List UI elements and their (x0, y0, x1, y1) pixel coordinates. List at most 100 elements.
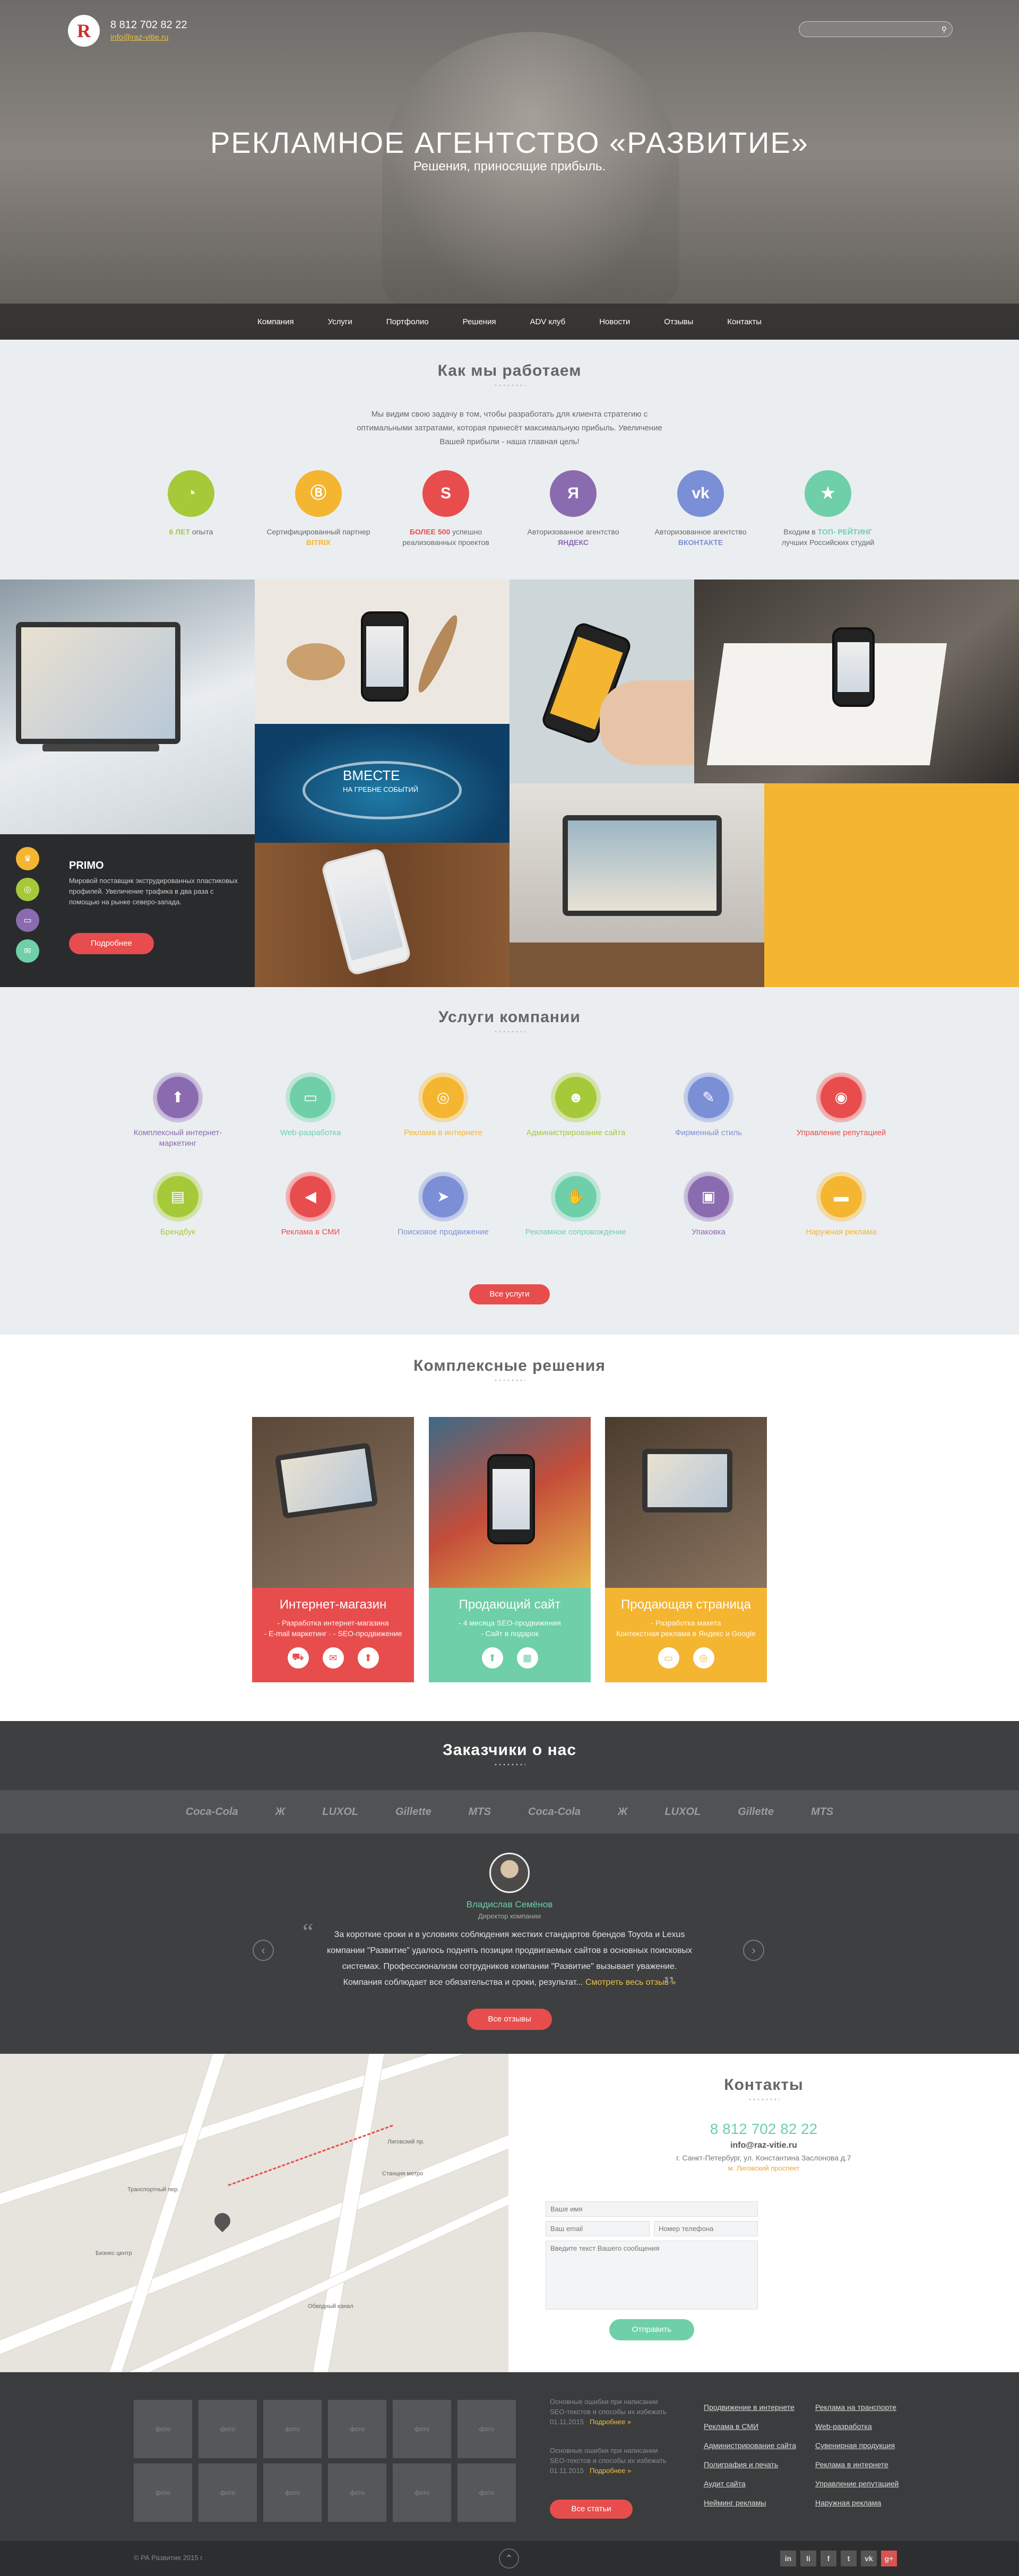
nav-adv-club[interactable]: ADV клуб (513, 317, 582, 326)
service-item[interactable]: ➤ Поисковое продвижение (390, 1174, 496, 1238)
monitor-icon[interactable]: ▭ (658, 1647, 679, 1669)
footer-link[interactable]: Полиграфия и печать (704, 2455, 796, 2474)
footer-link[interactable]: Сувенирная продукция (815, 2436, 899, 2455)
photo-thumb[interactable]: фото (393, 2400, 451, 2458)
footer-link[interactable]: Наружная реклама (815, 2493, 899, 2512)
target-icon[interactable]: ◎ (16, 878, 39, 901)
message-field[interactable] (546, 2241, 758, 2310)
footer-link[interactable]: Продвижение в интернете (704, 2398, 796, 2417)
portfolio-tile-phone-wood[interactable] (255, 843, 510, 987)
scroll-top-icon[interactable]: ⌃ (499, 2548, 519, 2569)
logo[interactable]: R (68, 15, 100, 47)
service-item[interactable]: ▤ Брендбук (125, 1174, 231, 1238)
footer-link[interactable]: Аудит сайта (704, 2474, 796, 2493)
award-icon[interactable]: ♛ (16, 847, 39, 870)
client-logo[interactable]: Gillette (738, 1806, 774, 1818)
instagram-icon[interactable]: in (780, 2551, 796, 2566)
service-item[interactable]: ◉ Управление репутацией (788, 1075, 894, 1149)
photo-thumb[interactable]: фото (263, 2400, 322, 2458)
gift-icon[interactable]: ▦ (516, 1647, 538, 1669)
footer-link[interactable]: Web-разработка (815, 2417, 899, 2436)
footer-link[interactable]: Реклама на транспорте (815, 2398, 899, 2417)
cart-icon[interactable]: ⛟ (287, 1647, 309, 1669)
news-title[interactable]: Основные ошибки при написании SEO-тексто… (550, 2445, 672, 2466)
photo-thumb[interactable]: фото (134, 2463, 192, 2522)
rocket-icon[interactable]: ⬆ (481, 1647, 503, 1669)
photo-thumb[interactable]: фото (328, 2400, 386, 2458)
portfolio-tile-yellow[interactable] (764, 783, 1019, 987)
photo-thumb[interactable]: фото (198, 2400, 257, 2458)
nav-services[interactable]: Услуги (311, 317, 369, 326)
service-item[interactable]: ✎ Фирменный стиль (655, 1075, 762, 1149)
portfolio-tile-phone-table[interactable] (255, 580, 510, 724)
vk-icon[interactable]: vk (861, 2551, 877, 2566)
prev-review-arrow[interactable]: ‹ (253, 1940, 274, 1961)
portfolio-tile-primo[interactable]: ♛ ◎ ▭ ✉ PRIMO Мировой поставщик экструди… (0, 834, 255, 987)
nav-contacts[interactable]: Контакты (710, 317, 779, 326)
footer-link[interactable]: Администрирование сайта (704, 2436, 796, 2455)
next-review-arrow[interactable]: › (743, 1940, 764, 1961)
footer-link[interactable]: Нейминг рекламы (704, 2493, 796, 2512)
photo-thumb[interactable]: фото (198, 2463, 257, 2522)
monitor-icon[interactable]: ▭ (16, 909, 39, 932)
client-logo[interactable]: MTS (811, 1806, 833, 1818)
client-logo[interactable]: LUXOL (664, 1806, 701, 1818)
nav-solutions[interactable]: Решения (446, 317, 513, 326)
photo-thumb[interactable]: фото (457, 2400, 516, 2458)
footer-link[interactable]: Реклама в СМИ (704, 2417, 796, 2436)
photo-thumb[interactable]: фото (263, 2463, 322, 2522)
nav-company[interactable]: Компания (240, 317, 311, 326)
read-full-review-link[interactable]: Смотреть весь отзыв » (585, 1978, 676, 1987)
nav-portfolio[interactable]: Портфолио (369, 317, 446, 326)
service-item[interactable]: ◀ Реклама в СМИ (257, 1174, 364, 1238)
portfolio-tile-book[interactable] (694, 580, 1019, 783)
phone-field[interactable] (654, 2221, 758, 2236)
header-email[interactable]: info@raz-vitie.ru (110, 33, 168, 42)
email-field[interactable] (546, 2221, 650, 2236)
photo-thumb[interactable]: фото (457, 2463, 516, 2522)
map[interactable]: Лиговский пр. Транспортный пер. Обводный… (0, 2054, 508, 2372)
footer-link[interactable]: Реклама в интернете (815, 2455, 899, 2474)
solution-card-shop[interactable]: Интернет-магазин - Разработка интернет-м… (252, 1417, 414, 1682)
name-field[interactable] (546, 2201, 758, 2217)
rocket-icon[interactable]: ⬆ (357, 1647, 379, 1669)
contact-email[interactable]: info@raz-vitie.ru (508, 2141, 1019, 2150)
map-pin-icon[interactable] (211, 2209, 234, 2233)
all-reviews-button[interactable]: Все отзывы (467, 2009, 552, 2030)
tumblr-icon[interactable]: t (841, 2551, 857, 2566)
service-item[interactable]: ▬ Наружная реклама (788, 1174, 894, 1238)
news-more-link[interactable]: Подробнее » (590, 2418, 631, 2426)
news-title[interactable]: Основные ошибки при написании SEO-тексто… (550, 2397, 672, 2417)
footer-link[interactable]: Управление репутацией (815, 2474, 899, 2493)
service-item[interactable]: ☻ Администрирование сайта (523, 1075, 629, 1149)
service-item[interactable]: ⬆ Комплексный интернет-маркетинг (125, 1075, 231, 1149)
all-articles-button[interactable]: Все статьи (550, 2500, 633, 2519)
client-logo[interactable]: Gillette (395, 1806, 431, 1818)
portfolio-tile-desk-monitor[interactable] (510, 783, 764, 987)
target-icon[interactable]: ◎ (693, 1647, 714, 1669)
solution-card-landing[interactable]: Продающая страница - Разработка макета К… (605, 1417, 767, 1682)
portfolio-tile-hand-phone[interactable] (510, 580, 694, 783)
linkedin-icon[interactable]: li (800, 2551, 816, 2566)
photo-thumb[interactable]: фото (134, 2400, 192, 2458)
service-item[interactable]: ✋ Рекламное сопровождение (523, 1174, 629, 1238)
all-services-button[interactable]: Все услуги (469, 1284, 550, 1304)
search-icon[interactable]: ⚲ (942, 25, 947, 34)
solution-card-site[interactable]: Продающий сайт - 4 месяца SEO-продвижени… (429, 1417, 591, 1682)
service-item[interactable]: ▣ Упаковка (655, 1174, 762, 1238)
client-logo[interactable]: MTS (469, 1806, 491, 1818)
google-plus-icon[interactable]: g+ (881, 2551, 897, 2566)
client-logo[interactable]: LUXOL (322, 1806, 358, 1818)
search-input[interactable] (806, 22, 933, 37)
portfolio-tile-laptop[interactable] (0, 580, 255, 834)
nav-reviews[interactable]: Отзывы (647, 317, 710, 326)
client-logo[interactable]: Coca-Cola (528, 1806, 581, 1818)
submit-button[interactable]: Отправить (609, 2319, 694, 2340)
photo-thumb[interactable]: фото (393, 2463, 451, 2522)
service-item[interactable]: ◎ Реклама в интернете (390, 1075, 496, 1149)
client-logo[interactable]: Ж (275, 1806, 286, 1818)
portfolio-tile-vmeste[interactable]: ВМЕСТЕ НА ГРЕБНЕ СОБЫТИЙ (255, 724, 510, 843)
primo-more-button[interactable]: Подробнее (69, 933, 154, 954)
client-logo[interactable]: Ж (618, 1806, 628, 1818)
mail-icon[interactable]: ✉ (322, 1647, 344, 1669)
